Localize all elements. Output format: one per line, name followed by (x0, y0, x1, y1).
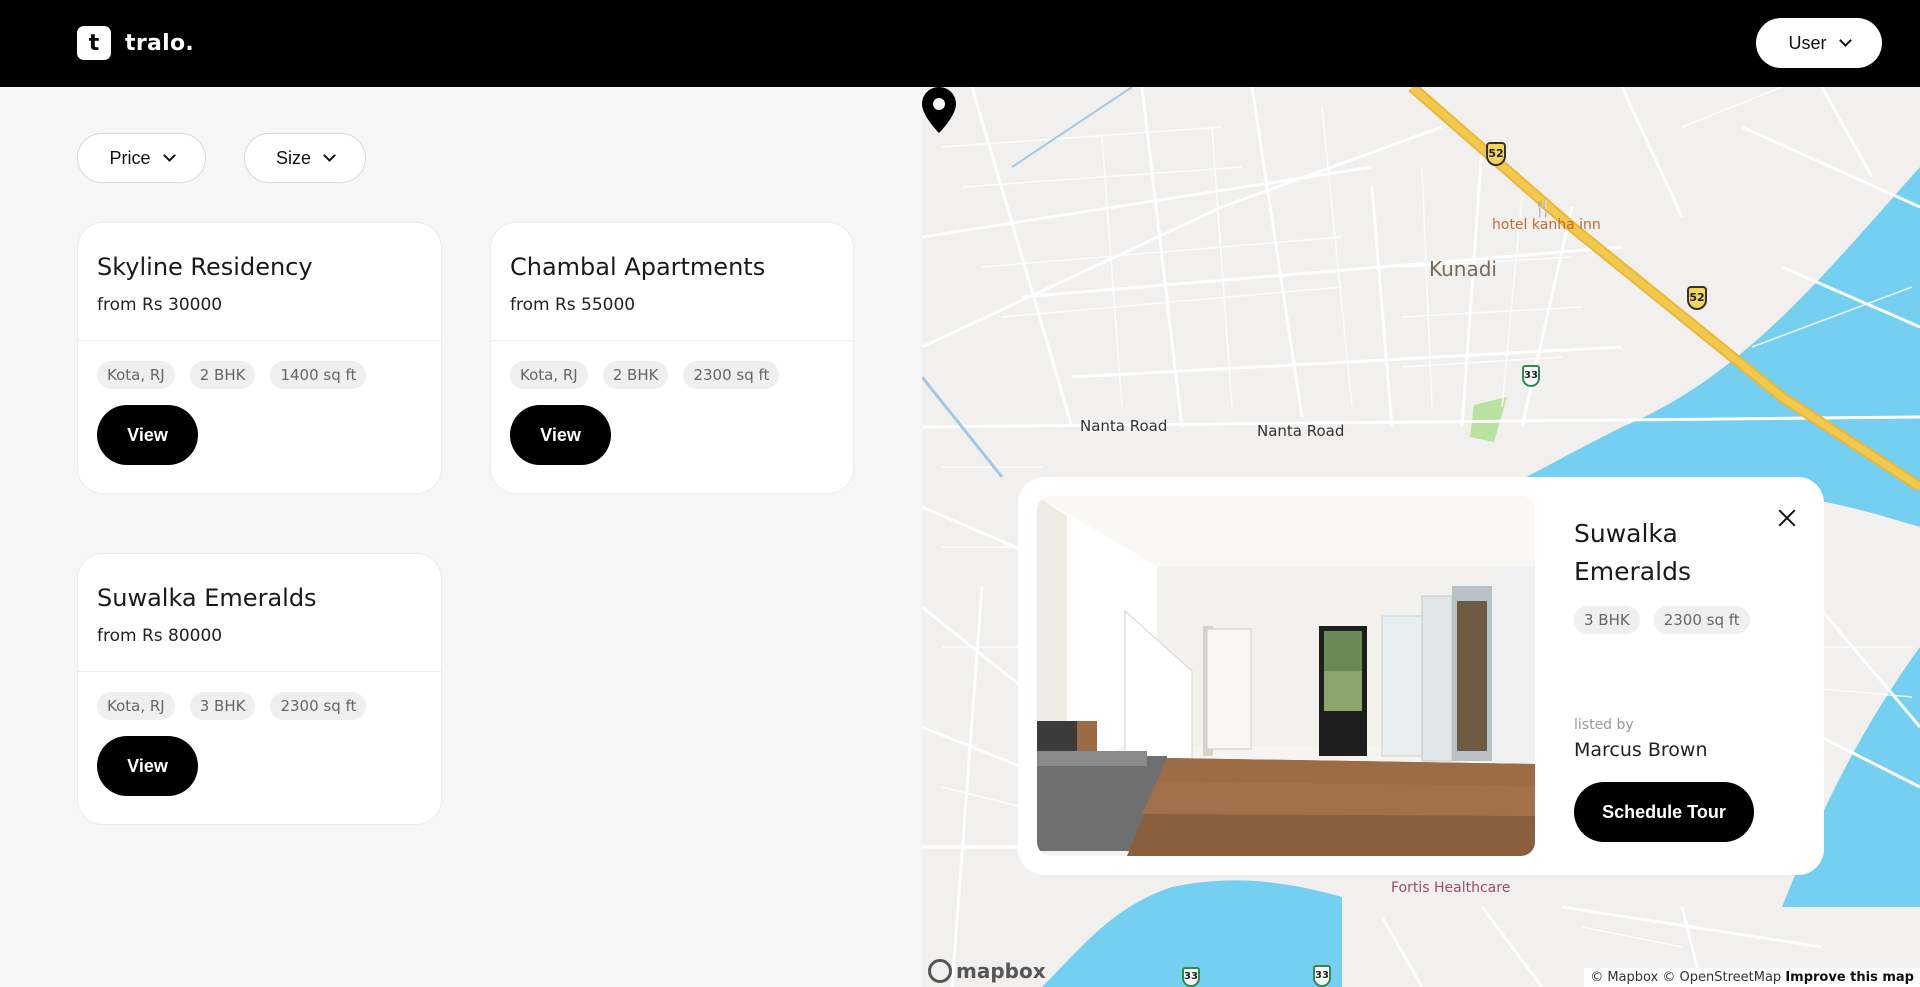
close-icon[interactable] (1775, 506, 1799, 530)
location-tag: Kota, RJ (97, 692, 175, 720)
listing-title: Skyline Residency (97, 253, 313, 281)
view-button[interactable]: View (97, 405, 198, 465)
highway-shield-icon: 52 (1486, 142, 1506, 166)
price-filter-button[interactable]: Price (77, 133, 206, 183)
poi-label: Fortis Healthcare (1391, 880, 1511, 896)
size-filter-label: Size (275, 147, 311, 168)
highway-shield-icon: 33 (1313, 965, 1331, 987)
listing-title: Chambal Apartments (510, 253, 766, 281)
mapbox-logo[interactable]: mapbox (928, 959, 1046, 983)
size-filter-button[interactable]: Size (244, 133, 366, 183)
listing-price: from Rs 30000 (97, 295, 223, 315)
listing-photo (1037, 496, 1535, 856)
bhk-tag: 3 BHK (1574, 606, 1640, 634)
chevron-down-icon (162, 149, 176, 162)
listing-card-body: Kota, RJ 2 BHK 2300 sq ft View (491, 341, 853, 465)
mapbox-logo-text: mapbox (956, 959, 1046, 983)
improve-map-link[interactable]: Improve this map (1785, 970, 1914, 985)
view-button[interactable]: View (97, 736, 198, 796)
road-label: Nanta Road (1080, 417, 1168, 435)
listings-panel: Price Size Skyline Residency from Rs 300… (0, 87, 922, 987)
user-menu-label: User (1788, 32, 1827, 53)
mapbox-logo-icon (928, 959, 952, 983)
agent-name: Marcus Brown (1574, 739, 1708, 761)
listing-card-header: Skyline Residency from Rs 30000 (78, 223, 441, 341)
listing-card[interactable]: Skyline Residency from Rs 30000 Kota, RJ… (77, 222, 442, 494)
listing-card-header: Chambal Apartments from Rs 55000 (491, 223, 853, 341)
listing-card[interactable]: Suwalka Emeralds from Rs 80000 Kota, RJ … (77, 553, 442, 825)
listing-card[interactable]: Chambal Apartments from Rs 55000 Kota, R… (490, 222, 854, 494)
highway-shield-icon: 52 (1687, 286, 1707, 310)
view-button[interactable]: View (510, 405, 611, 465)
listing-card-body: Kota, RJ 2 BHK 1400 sq ft View (78, 341, 441, 465)
brand-logo[interactable]: t tralo. (77, 26, 194, 60)
listing-tags: Kota, RJ 3 BHK 2300 sq ft (97, 692, 422, 720)
bhk-tag: 2 BHK (189, 361, 256, 389)
location-tag: Kota, RJ (510, 361, 588, 389)
restaurant-icon: 🍴 (1533, 199, 1553, 218)
bhk-tag: 3 BHK (189, 692, 256, 720)
popup-tags: 3 BHK 2300 sq ft (1574, 606, 1750, 634)
schedule-tour-button[interactable]: Schedule Tour (1574, 782, 1754, 842)
listing-card-header: Suwalka Emeralds from Rs 80000 (78, 554, 441, 672)
listing-tags: Kota, RJ 2 BHK 2300 sq ft (510, 361, 834, 389)
area-tag: 2300 sq ft (1653, 606, 1750, 634)
listing-popup: Suwalka Emeralds 3 BHK 2300 sq ft listed… (1018, 477, 1824, 875)
attribution-text[interactable]: © Mapbox © OpenStreetMap (1590, 970, 1781, 985)
logo-mark-icon: t (77, 26, 111, 60)
user-menu-button[interactable]: User (1756, 18, 1882, 68)
bhk-tag: 2 BHK (602, 361, 669, 389)
listing-card-body: Kota, RJ 3 BHK 2300 sq ft View (78, 672, 441, 796)
listing-price: from Rs 80000 (97, 626, 223, 646)
map-attribution: © Mapbox © OpenStreetMap Improve this ma… (1584, 968, 1920, 987)
logo-text: tralo. (125, 30, 195, 56)
listing-title: Suwalka Emeralds (97, 584, 317, 612)
chevron-down-icon (323, 149, 336, 162)
top-navbar: t tralo. User (0, 0, 1920, 87)
chevron-down-icon (1838, 34, 1852, 47)
location-tag: Kota, RJ (97, 361, 175, 389)
area-tag: 2300 sq ft (270, 692, 367, 720)
area-tag: 1400 sq ft (270, 361, 367, 389)
listed-by-label: listed by (1574, 717, 1634, 733)
area-tag: 2300 sq ft (683, 361, 780, 389)
listing-tags: Kota, RJ 2 BHK 1400 sq ft (97, 361, 422, 389)
poi-label: hotel kanha inn (1492, 217, 1601, 233)
room-photo-image (1037, 496, 1535, 856)
map-pin-icon[interactable] (922, 87, 956, 133)
highway-shield-icon: 33 (1522, 365, 1540, 387)
popup-title: Suwalka Emeralds (1574, 519, 1691, 586)
highway-shield-icon: 33 (1182, 967, 1200, 987)
road-label: Nanta Road (1257, 422, 1345, 440)
price-filter-label: Price (109, 147, 151, 168)
listing-price: from Rs 55000 (510, 295, 636, 315)
place-label: Kunadi (1429, 257, 1497, 281)
